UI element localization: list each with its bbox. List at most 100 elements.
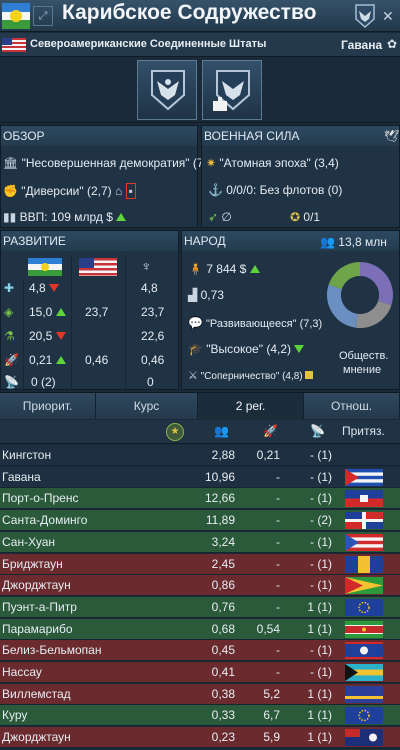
tab-relations[interactable]: Отнош. [304,393,400,419]
close-icon[interactable]: ✕ [382,8,394,25]
country-window: ⤢ Карибское Содружество ✕ Североамерикан… [0,0,400,750]
population-column-icon[interactable]: 👥 [214,424,229,438]
faction-emblem-icon[interactable] [354,3,376,29]
pr-flag-icon[interactable] [345,533,383,551]
usa-flag-icon [79,258,117,276]
table-row[interactable]: Гавана 10,96 - - (1) [0,466,400,488]
dev-row-1-c: 4,8 [141,281,158,295]
stars-row[interactable]: ✪ 0/1 [290,210,320,224]
emblem-banner [0,57,400,123]
satellite-column-icon[interactable]: 📡 [310,424,325,438]
window-title: Карибское Содружество [62,1,317,24]
rocket-value: - [276,469,280,484]
dev-row-4-b: 0,46 [85,353,109,367]
dev-status-row[interactable]: 💬 "Развивающееся" (7,3) [188,316,322,330]
eu-flag-icon[interactable] [345,707,383,725]
star-column-icon[interactable]: ★ [166,423,184,441]
table-row[interactable]: Порт-о-Пренс 12,66 - - (1) [0,488,400,510]
table-row[interactable]: Бриджтаун 2,45 - - (1) [0,553,400,575]
table-row[interactable]: Нассау 0,41 - - (1) [0,662,400,683]
dev-row-3-a: 20,5 [29,329,66,343]
barbados-flag-icon[interactable] [345,555,383,573]
table-row[interactable]: Парамарибо 0,68 0,54 1 (1) [0,618,400,640]
cuba-flag-icon[interactable] [345,468,383,486]
public-opinion-chart[interactable] [325,260,395,330]
faction-tile[interactable] [137,60,197,120]
satellite-value: - (1) [310,448,332,462]
city-name: Бриджтаун [2,556,63,571]
satellite-value: 1 (1) [307,730,332,745]
overlord-country[interactable]: Североамериканские Соединенные Штаты [30,38,266,50]
government-row[interactable]: 🏛 "Несовершенная демократия" (7,1) [3,156,231,170]
city-name: Парамарибо [2,621,73,636]
city-name: Джорджтаун [2,578,71,593]
population-value: 0,41 [211,665,235,679]
income-row[interactable]: 🧍 7 844 $ [188,262,260,276]
guyana-flag-icon[interactable] [345,577,383,595]
city-name: Виллемстад [2,686,71,701]
gdp-row[interactable]: ▮▮ ВВП: 109 млрд $ [3,210,127,224]
fleet-row[interactable]: ⚓ 0/0/0: Без флотов (0) [208,183,342,197]
house-red-icon: ⌂ [115,184,123,198]
population-row[interactable]: 👥 13,8 млн [320,235,387,249]
city-name: Санта-Доминго [2,513,88,528]
military-title: ВОЕННАЯ СИЛА [202,126,399,146]
curacao-flag-icon[interactable] [345,685,383,703]
dr-flag-icon[interactable] [345,512,383,530]
table-header: ★ 👥 🚀 📡 Притяз. [0,420,400,444]
up-arrow-icon [116,213,127,221]
dev-row-5-c: 0 [147,375,154,389]
table-row[interactable]: Пуэнт-а-Питр 0,76 - 1 (1) [0,596,400,618]
population-value: 0,68 [211,621,235,636]
weapons-row[interactable]: ➶ ∅ [208,210,232,224]
rocket-column-icon[interactable]: 🚀 [263,424,278,438]
expand-button[interactable]: ⤢ [33,6,53,26]
table-row[interactable]: Санта-Доминго 11,89 - - (2) [0,510,400,532]
city-name: Гавана [2,469,41,484]
down-arrow-icon [294,345,305,353]
government-tile[interactable] [202,60,262,120]
dove-icon: 🕊 [384,129,400,143]
suriname-flag-icon[interactable] [345,620,383,638]
table-row[interactable]: Кингстон 2,88 0,21 - (1) [0,445,400,466]
pollution-row[interactable]: ▟ 0,73 [188,288,224,302]
capital-name[interactable]: Гавана [341,38,382,52]
tab-course[interactable]: Курс [96,393,198,419]
people-icon: 👥 [320,235,335,249]
education-icon: 🎓 [188,342,203,356]
table-row[interactable]: Виллемстад 0,38 5,2 1 (1) [0,683,400,705]
table-row[interactable]: Джорджтаун 0,86 - - (1) [0,575,400,597]
overview-title: ОБЗОР [1,126,197,146]
overview-panel: ОБЗОР 🏛 "Несовершенная демократия" (7,1)… [0,125,231,228]
fleet-text: 0/0/0: Без флотов (0) [226,183,343,197]
era-row[interactable]: ✷ "Атомная эпоха" (3,4) [206,156,339,170]
table-row[interactable]: Куру 0,33 6,7 1 (1) [0,705,400,727]
attraction-column[interactable]: Притяз. [342,424,385,438]
city-name: Белиз-Бельмопан [2,643,102,658]
tab-regions[interactable]: 2 рег. [198,393,304,419]
dev-row-4-c: 0,46 [141,353,165,367]
rivalry-row[interactable]: ⚔ "Соперничество" (4,8) [188,369,314,382]
diversion-row[interactable]: ✊ "Диверсии" (2,7) ⌂ ▪ [3,183,136,199]
population-value: 3,24 [211,534,235,549]
dev-row-4-a: 0,21 [29,353,66,367]
military-panel: ВОЕННАЯ СИЛА 🕊 ✷ "Атомная эпоха" (3,4) ⚓… [201,125,400,228]
belize-flag-icon[interactable] [345,642,383,660]
table-row[interactable]: Джорджтаун 0,23 5,9 1 (1) [0,727,400,749]
population-value: 0,33 [211,708,235,723]
population-value: 0,76 [211,599,235,614]
table-row[interactable]: Сан-Хуан 3,24 - - (1) [0,531,400,553]
opinion-label-1: Обществ. [339,350,389,362]
dev-row-2-a: 15,0 [29,305,66,319]
pollution-text: 0,73 [200,288,224,302]
tab-priorities[interactable]: Приорит. [0,393,96,419]
cayman-flag-icon[interactable] [345,729,383,747]
stars-text: 0/1 [303,210,321,224]
government-text: "Несовершенная демократия" (7,1) [21,156,218,170]
eu-flag-icon[interactable] [345,598,383,616]
population-value: 0,38 [211,686,235,701]
bahamas-flag-icon[interactable] [345,664,383,681]
table-row[interactable]: Белиз-Бельмопан 0,45 - - (1) [0,640,400,662]
haiti-flag-icon[interactable] [345,490,383,508]
education-row[interactable]: 🎓 "Высокое" (4,2) [188,342,305,356]
